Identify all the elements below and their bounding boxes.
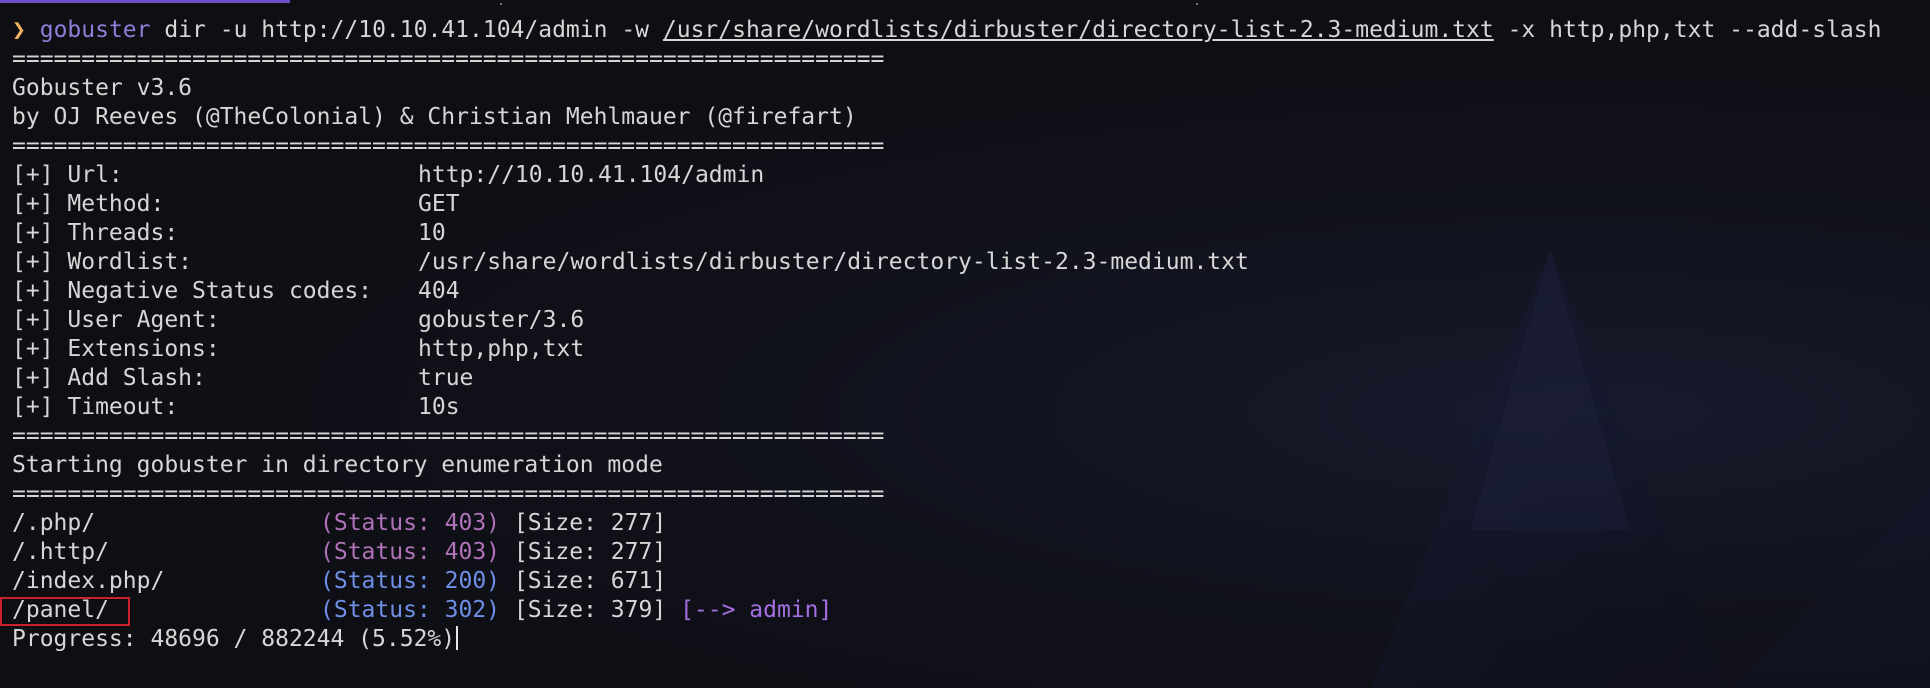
result-size: [Size: 277] — [513, 510, 667, 536]
config-value: GET — [418, 191, 460, 217]
config-label: [+] Threads: — [12, 220, 179, 246]
config-row-extensions: [+] Extensions: http,php,txt — [12, 335, 1922, 364]
result-path: /.http/ — [12, 539, 109, 565]
prompt-icon: ❯ — [12, 17, 26, 43]
result-path: /index.php/ — [12, 568, 165, 594]
config-value: gobuster/3.6 — [418, 307, 585, 333]
config-row-negative-status: [+] Negative Status codes: 404 — [12, 277, 1922, 306]
config-row-timeout: [+] Timeout: 10s — [12, 393, 1922, 422]
result-status: (Status: 200) — [320, 568, 501, 594]
config-value: http://10.10.41.104/admin — [418, 162, 765, 188]
result-row: /.php/ (Status: 403) [Size: 277] — [12, 509, 1922, 538]
config-label: [+] Method: — [12, 191, 165, 217]
text-cursor — [456, 626, 459, 650]
banner-version: Gobuster v3.6 — [12, 75, 193, 101]
separator-line: ========================================… — [12, 481, 885, 507]
config-row-user-agent: [+] User Agent: gobuster/3.6 — [12, 306, 1922, 335]
command-line: ❯ gobuster dir -u http://10.10.41.104/ad… — [12, 16, 1922, 45]
progress-text: Progress: 48696 / 882244 (5.52%) — [12, 626, 456, 652]
separator-line: ========================================… — [12, 423, 885, 449]
config-label: [+] Wordlist: — [12, 249, 193, 275]
wordlist-path-link[interactable]: /usr/share/wordlists/dirbuster/directory… — [663, 17, 1494, 43]
config-label: [+] Extensions: — [12, 336, 220, 362]
config-label: [+] Timeout: — [12, 394, 179, 420]
result-row: /panel/(Status: 302) [Size: 379] [--> ad… — [12, 596, 1922, 625]
result-size: [Size: 277] — [513, 539, 667, 565]
active-tab-indicator — [0, 0, 290, 3]
config-label: [+] Url: — [12, 162, 123, 188]
terminal-window[interactable]: ❯ gobuster dir -u http://10.10.41.104/ad… — [0, 0, 1930, 688]
result-size: [Size: 671] — [513, 568, 667, 594]
config-value: 10s — [418, 394, 460, 420]
separator-line: ========================================… — [12, 133, 885, 159]
result-status: (Status: 403) — [320, 539, 501, 565]
result-status: (Status: 403) — [320, 510, 501, 536]
config-label: [+] User Agent: — [12, 307, 220, 333]
command-args: dir -u http://10.10.41.104/admin -w — [164, 17, 650, 43]
separator-line: ========================================… — [12, 46, 885, 72]
config-value: /usr/share/wordlists/dirbuster/directory… — [418, 249, 1249, 275]
config-row-url: [+] Url: http://10.10.41.104/admin — [12, 161, 1922, 190]
config-value: http,php,txt — [418, 336, 585, 362]
window-dot — [500, 3, 502, 5]
progress-line: Progress: 48696 / 882244 (5.52%) — [12, 625, 1922, 654]
command-program: gobuster — [39, 17, 151, 43]
config-row-threads: [+] Threads: 10 — [12, 219, 1922, 248]
config-row-method: [+] Method: GET — [12, 190, 1922, 219]
config-value: 404 — [418, 278, 460, 304]
result-row: /.http/ (Status: 403) [Size: 277] — [12, 538, 1922, 567]
result-redirect: [--> admin] — [680, 597, 833, 623]
result-size: [Size: 379] — [513, 597, 667, 623]
config-value: 10 — [418, 220, 446, 246]
terminal-output: ❯ gobuster dir -u http://10.10.41.104/ad… — [12, 16, 1922, 654]
config-value: true — [418, 365, 474, 391]
result-row: /index.php/ (Status: 200) [Size: 671] — [12, 567, 1922, 596]
result-status: (Status: 302) — [320, 597, 501, 623]
panel-highlight-box — [0, 597, 130, 626]
window-dot — [1196, 3, 1198, 5]
config-row-wordlist: [+] Wordlist: /usr/share/wordlists/dirbus… — [12, 248, 1922, 277]
command-flags: -x http,php,txt --add-slash — [1507, 17, 1882, 43]
config-label: [+] Negative Status codes: — [12, 278, 373, 304]
result-path: /.php/ — [12, 510, 96, 536]
mode-message: Starting gobuster in directory enumerati… — [12, 452, 663, 478]
config-row-add-slash: [+] Add Slash: true — [12, 364, 1922, 393]
banner-authors: by OJ Reeves (@TheColonial) & Christian … — [12, 104, 857, 130]
config-label: [+] Add Slash: — [12, 365, 206, 391]
